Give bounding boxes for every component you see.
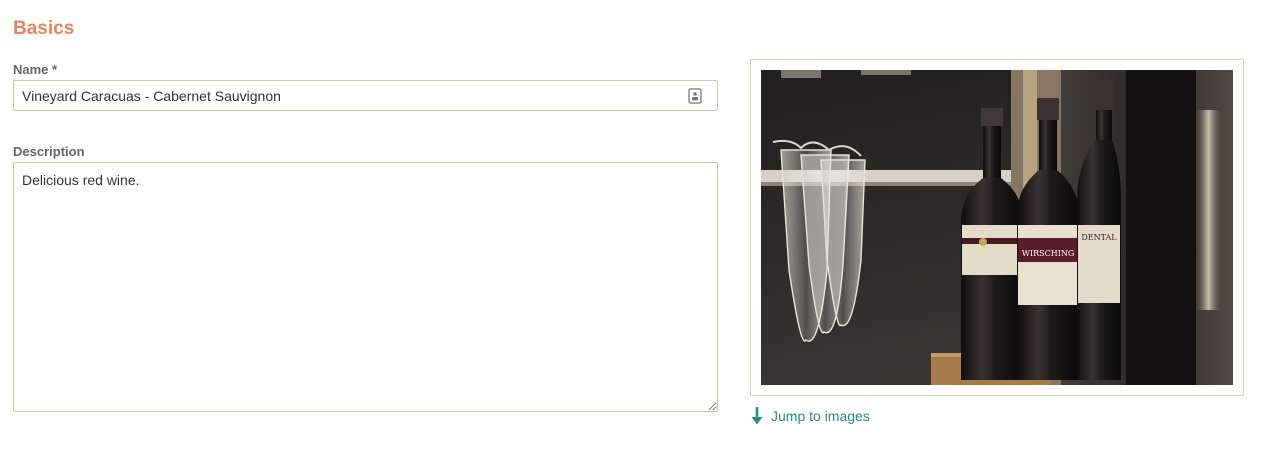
name-field[interactable] [13, 80, 718, 111]
image-preview-frame: WIRSCHING DENTAL [750, 59, 1244, 396]
bottle-label-text: WIRSCHING [1022, 249, 1075, 258]
jump-to-images-link[interactable]: Jump to images [751, 406, 870, 426]
description-textarea[interactable]: Delicious red wine. [13, 162, 718, 412]
name-label: Name * [13, 62, 58, 77]
section-title: Basics [13, 18, 75, 39]
jump-to-images-label: Jump to images [771, 408, 870, 424]
wine-bottles-image: WIRSCHING DENTAL [761, 70, 1233, 385]
name-input[interactable] [14, 81, 717, 110]
arrow-down-icon [751, 407, 763, 425]
contact-card-icon[interactable] [688, 88, 702, 104]
description-label: Description [13, 144, 85, 159]
bottle-label-text-2: DENTAL [1081, 233, 1117, 242]
